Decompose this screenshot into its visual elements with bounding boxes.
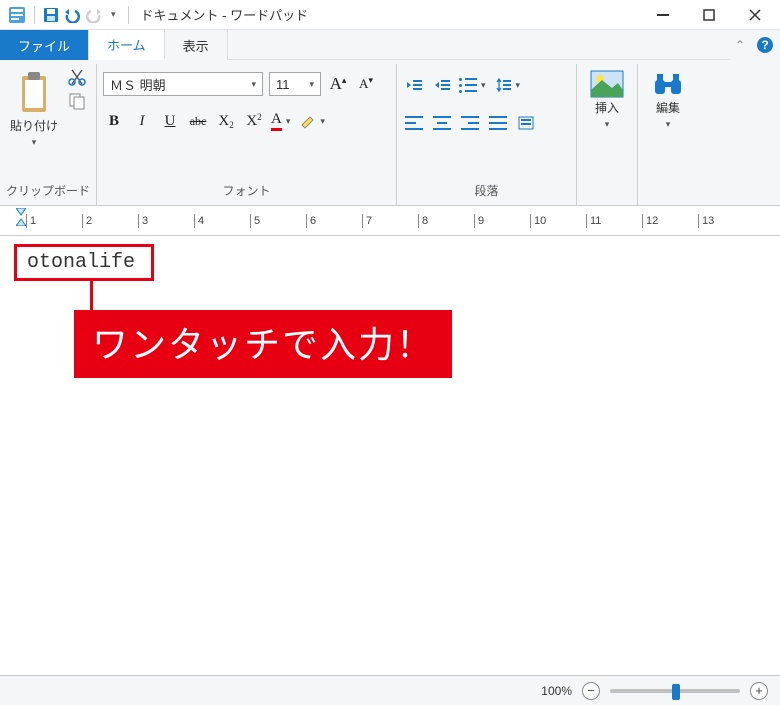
zoom-slider[interactable] — [610, 689, 740, 693]
group-font: ＭＳ 明朝 ▾ 11 ▾ A▴ A▾ B I U abc X2 X2 A▾ — [97, 64, 397, 205]
document-area[interactable]: otonalife ワンタッチで入力！ — [0, 236, 780, 675]
edit-button[interactable]: 編集 ▾ — [644, 66, 692, 130]
chevron-down-icon: ▾ — [662, 119, 675, 130]
indent-marker-icon[interactable] — [16, 208, 26, 224]
group-clipboard: 貼り付け ▾ クリップボード — [0, 64, 97, 205]
strikethrough-button[interactable]: abc — [187, 110, 209, 132]
group-font-label: フォント — [103, 178, 390, 205]
qat-separator — [34, 6, 35, 24]
cut-icon[interactable] — [68, 68, 86, 86]
copy-icon[interactable] — [68, 92, 86, 110]
group-paragraph-label: 段落 — [403, 178, 570, 205]
bullet-list-button[interactable]: ▾ — [459, 74, 490, 96]
paste-button[interactable]: 貼り付け ▾ — [6, 66, 62, 148]
ribbon-collapse-icon[interactable]: ⌃ — [730, 30, 750, 60]
paste-dropdown-icon: ▾ — [28, 137, 41, 148]
callout-text: ワンタッチで入力！ — [92, 324, 434, 365]
font-size-value: 11 — [276, 77, 290, 92]
font-name-combo[interactable]: ＭＳ 明朝 ▾ — [103, 72, 263, 96]
paragraph-settings-button[interactable] — [515, 112, 537, 134]
undo-icon[interactable] — [63, 7, 81, 23]
grow-font-button[interactable]: A▴ — [327, 73, 349, 95]
highlight-button[interactable]: ▾ — [300, 110, 329, 132]
ribbon-tabs: ファイル ホーム 表示 ⌃ ? — [0, 30, 780, 60]
subscript-button[interactable]: X2 — [215, 110, 237, 132]
align-left-button[interactable] — [403, 112, 425, 134]
zoom-out-button[interactable]: − — [582, 682, 600, 700]
redo-icon[interactable] — [85, 7, 103, 23]
qat-separator-2 — [128, 6, 129, 24]
ruler[interactable] — [0, 206, 780, 236]
group-paragraph: ▾ ▾ 段落 — [397, 64, 577, 205]
clipboard-icon — [16, 70, 52, 116]
save-icon[interactable] — [43, 7, 59, 23]
underline-button[interactable]: U — [159, 110, 181, 132]
group-edit: 編集 ▾ — [638, 64, 698, 205]
increase-indent-button[interactable] — [431, 74, 453, 96]
group-insert: 挿入 ▾ — [577, 64, 638, 205]
app-icon — [8, 6, 26, 24]
line-spacing-button[interactable]: ▾ — [496, 74, 525, 96]
statusbar: 100% − + — [0, 675, 780, 705]
edit-label: 編集 — [656, 102, 680, 115]
tab-view-label: 表示 — [183, 36, 209, 55]
typed-text: otonalife — [27, 251, 135, 274]
superscript-button[interactable]: X2 — [243, 110, 265, 132]
tab-view[interactable]: 表示 — [165, 30, 228, 60]
help-icon[interactable]: ? — [750, 30, 780, 60]
ribbon: 貼り付け ▾ クリップボード ＭＳ 明朝 ▾ 11 — [0, 60, 780, 206]
window-title: ドキュメント - ワードパッド — [141, 5, 309, 24]
insert-label: 挿入 — [595, 102, 619, 115]
svg-text:?: ? — [761, 38, 768, 52]
tab-home[interactable]: ホーム — [89, 30, 165, 60]
font-size-combo[interactable]: 11 ▾ — [269, 72, 321, 96]
italic-button[interactable]: I — [131, 110, 153, 132]
decrease-indent-button[interactable] — [403, 74, 425, 96]
group-edit-label — [644, 181, 692, 205]
group-insert-label — [583, 181, 631, 205]
maximize-button[interactable] — [686, 0, 732, 30]
zoom-in-button[interactable]: + — [750, 682, 768, 700]
shrink-font-button[interactable]: A▾ — [355, 73, 377, 95]
zoom-percent: 100% — [541, 684, 572, 698]
tab-file-label: ファイル — [18, 36, 70, 55]
ruler-scale — [26, 214, 776, 234]
zoom-slider-thumb[interactable] — [672, 684, 680, 700]
chevron-down-icon: ▾ — [601, 119, 614, 130]
align-center-button[interactable] — [431, 112, 453, 134]
chevron-down-icon: ▾ — [247, 79, 260, 90]
bold-button[interactable]: B — [103, 110, 125, 132]
paste-label: 貼り付け — [10, 120, 58, 133]
insert-button[interactable]: 挿入 ▾ — [583, 66, 631, 130]
align-justify-button[interactable] — [487, 112, 509, 134]
chevron-down-icon: ▾ — [305, 79, 318, 90]
font-color-button[interactable]: A▾ — [271, 110, 294, 132]
typed-text-highlight: otonalife — [14, 244, 154, 281]
tab-home-label: ホーム — [107, 35, 146, 54]
group-clipboard-label: クリップボード — [6, 178, 90, 205]
close-button[interactable] — [732, 0, 778, 30]
picture-icon — [590, 70, 624, 98]
font-name-value: ＭＳ 明朝 — [110, 75, 166, 94]
annotation-callout: ワンタッチで入力！ — [74, 310, 452, 378]
titlebar: ▾ ドキュメント - ワードパッド — [0, 0, 780, 30]
callout-connector — [90, 278, 93, 310]
tab-file[interactable]: ファイル — [0, 30, 89, 60]
align-right-button[interactable] — [459, 112, 481, 134]
binoculars-icon — [653, 70, 683, 98]
minimize-button[interactable] — [640, 0, 686, 30]
qat-customize-icon[interactable]: ▾ — [107, 9, 120, 20]
